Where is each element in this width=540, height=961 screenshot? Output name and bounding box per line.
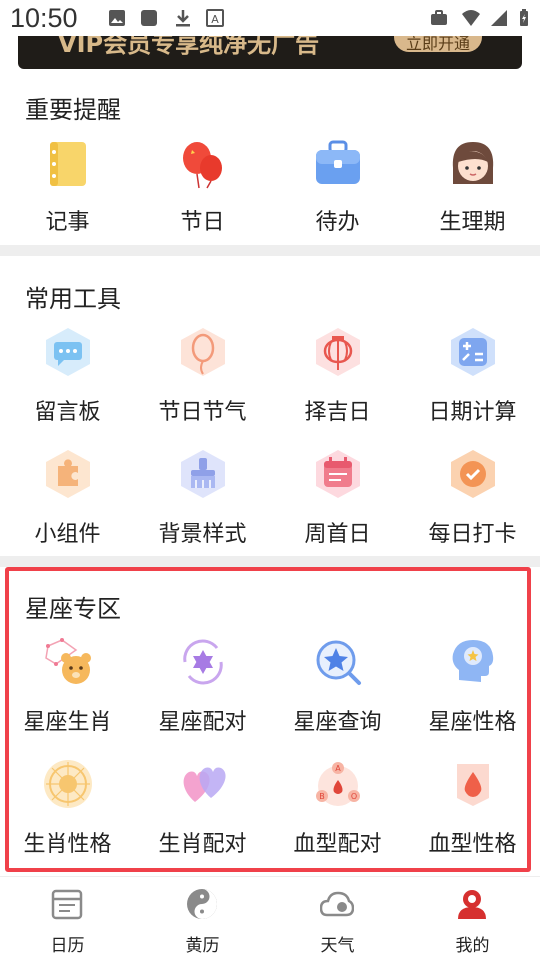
- section-divider: [0, 245, 540, 256]
- battery-icon: [520, 9, 528, 26]
- grid-item-label: 小组件: [34, 522, 101, 547]
- nav-tab-almanac[interactable]: 黄历: [135, 877, 270, 961]
- puzzle-icon: [46, 450, 90, 498]
- nav-tab-weather[interactable]: 天气: [270, 877, 405, 961]
- grid-item-label: 每日打卡: [428, 522, 517, 547]
- highlight-frame: [5, 567, 531, 872]
- status-bar: 10:50 A: [0, 0, 540, 36]
- grid-item-label: 日期计算: [428, 400, 517, 425]
- nav-tab-calendar[interactable]: 日历: [0, 877, 135, 961]
- font-icon: A: [206, 9, 224, 27]
- girl-face-icon: [452, 142, 494, 184]
- section-divider: [0, 556, 540, 567]
- section-title-reminders: 重要提醒: [25, 96, 121, 124]
- nav-tab-label: 日历: [50, 936, 85, 956]
- grid-item-label: 节日节气: [158, 400, 247, 425]
- brush-icon: [181, 450, 225, 498]
- grid-item-label: 节日: [180, 210, 225, 235]
- balloons-icon: [183, 142, 222, 189]
- grid-item-label: 留言板: [34, 400, 101, 425]
- signal-icon: [491, 10, 507, 26]
- work-profile-icon: [431, 10, 447, 25]
- grid-item-label: 背景样式: [158, 522, 247, 547]
- check-icon: [451, 450, 495, 498]
- grid-item-label: 生理期: [439, 210, 506, 235]
- calculator-icon: [451, 328, 495, 376]
- download-icon: [176, 10, 190, 27]
- user-icon: [458, 890, 486, 919]
- vip-banner-text: VIP会员专享纯净无广告: [58, 36, 320, 58]
- calendar-icon: [51, 889, 83, 920]
- lantern-icon: [316, 328, 360, 376]
- notebook-icon: [50, 142, 86, 186]
- grid-item-label: 待办: [315, 210, 360, 235]
- briefcase-icon: [316, 140, 360, 184]
- square-icon: [141, 10, 157, 26]
- status-time: 10:50: [10, 3, 78, 33]
- nav-tab-label: 黄历: [185, 936, 220, 956]
- grid-item-label: 记事: [45, 210, 90, 235]
- vip-open-button[interactable]: 立即开通: [394, 36, 482, 53]
- grid-item-label: 择吉日: [304, 400, 371, 425]
- image-icon: [109, 10, 125, 26]
- weather-icon: [320, 891, 354, 917]
- yin-yang-icon: [187, 889, 217, 919]
- message-icon: [46, 328, 90, 376]
- vip-banner[interactable]: VIP会员专享纯净无广告 立即开通: [18, 36, 522, 69]
- calendar-icon: [316, 450, 360, 498]
- section-title-tools: 常用工具: [25, 285, 121, 313]
- grid-item-label: 周首日: [304, 522, 371, 547]
- svg-text:A: A: [211, 13, 219, 26]
- nav-tab-label: 天气: [320, 936, 355, 956]
- nav-tab-label: 我的: [455, 936, 490, 956]
- nav-tab-mine[interactable]: 我的: [405, 877, 540, 961]
- wifi-icon: [462, 10, 480, 26]
- bottom-nav: 日历 黄历 天气 我的: [0, 876, 540, 961]
- balloon-icon: [181, 328, 225, 376]
